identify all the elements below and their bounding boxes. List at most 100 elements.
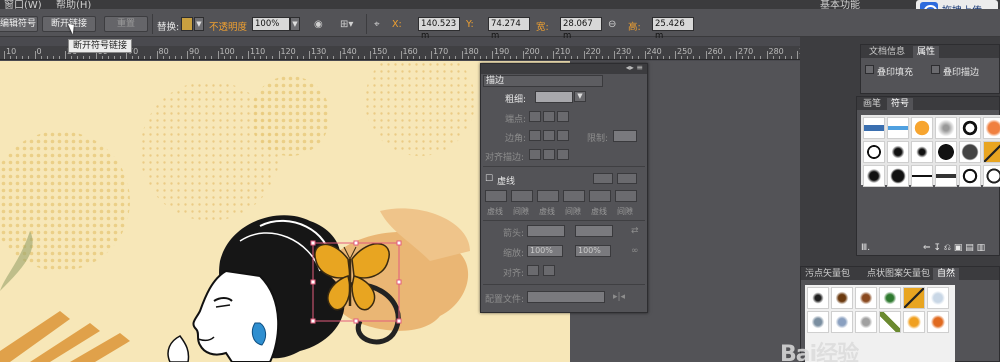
symbol-ink-splash-icon[interactable] (887, 165, 909, 187)
fly-icon[interactable] (831, 311, 853, 333)
gap-2-input[interactable] (563, 190, 585, 202)
ruler-tick (601, 56, 603, 59)
limit-input[interactable] (613, 130, 637, 142)
ruler-tick (656, 56, 658, 59)
align-center-button[interactable] (529, 149, 541, 160)
link-scale-icon[interactable]: ∞ (631, 246, 639, 256)
insect-icon[interactable] (855, 311, 877, 333)
symbol-light-bar-icon[interactable] (887, 117, 909, 139)
bug-icon[interactable] (855, 287, 877, 309)
dash-preserve-button[interactable] (593, 173, 613, 184)
green-beetle-icon[interactable] (879, 287, 901, 309)
flip-profile-icon[interactable]: ▸|◂ (613, 292, 625, 302)
symbol-brush-stroke-icon[interactable] (911, 165, 933, 187)
square-cap-button[interactable] (557, 111, 569, 122)
symbol-black-blob-icon[interactable] (935, 141, 957, 163)
ant-icon[interactable] (807, 287, 829, 309)
symbol-orange-ball-icon[interactable] (911, 117, 933, 139)
tab-nature[interactable]: 自然 (933, 268, 960, 280)
dragonfly-icon[interactable] (807, 311, 829, 333)
tab-dot-pattern-vector[interactable]: 点状图案矢量包 (863, 268, 934, 280)
round-join-button[interactable] (543, 130, 555, 141)
replace-symbol-swatch[interactable] (181, 17, 193, 31)
height-input[interactable]: 25.426 m (652, 17, 694, 41)
watermark: Bai经验 (780, 342, 859, 362)
cloud-symbol-icon[interactable] (927, 287, 949, 309)
weight-input[interactable] (535, 91, 573, 103)
align-outside-button[interactable] (557, 149, 569, 160)
reset-button[interactable]: 重置 (104, 16, 148, 32)
dash-align-button[interactable] (617, 173, 637, 184)
leaf-icon[interactable] (879, 311, 901, 333)
gap-1-input[interactable] (511, 190, 533, 202)
symbol-library-menu-icon[interactable]: Ⅲ. (861, 243, 870, 253)
symbol-star-splat-icon[interactable] (911, 141, 933, 163)
replace-dropdown[interactable]: ▼ (194, 17, 204, 31)
dash-2-input[interactable] (537, 190, 559, 202)
symbol-action-icons[interactable]: ⇐ ↧ ⎌ ▣ ▤ ▥ (923, 243, 985, 253)
reference-point-icon[interactable]: ⌖ (374, 19, 380, 30)
dashed-line-checkbox[interactable]: ☐ (485, 174, 493, 184)
butterfly-symbol-icon[interactable] (903, 287, 925, 309)
arrow-extend-button[interactable] (527, 265, 539, 276)
tab-symbols[interactable]: 符号 (887, 98, 914, 110)
ruler-tick (571, 56, 573, 59)
end-scale-input[interactable]: 100% (575, 245, 611, 257)
align-inside-button[interactable] (543, 149, 555, 160)
ruler-tick (534, 56, 536, 59)
symbol-ink-drop-icon[interactable] (863, 165, 885, 187)
tab-attributes[interactable]: 属性 (913, 46, 940, 58)
bevel-join-button[interactable] (557, 130, 569, 141)
symbol-swash-icon[interactable] (935, 165, 957, 187)
symbol-blue-bar-icon[interactable] (863, 117, 885, 139)
symbol-ring-icon[interactable] (959, 117, 981, 139)
replace-label: 替换: (157, 22, 180, 33)
fire-icon[interactable] (903, 311, 925, 333)
symbol-flower-icon[interactable] (983, 117, 1000, 139)
tab-stain-vector[interactable]: 污点矢量包 (801, 268, 854, 280)
height-label: 高: (628, 22, 641, 33)
align-grid-icon[interactable]: ⊞▾ (340, 19, 353, 30)
start-scale-input[interactable]: 100% (527, 245, 563, 257)
constrain-link-icon[interactable]: ⊖ (608, 19, 616, 30)
swap-arrowheads-icon[interactable]: ⇄ (631, 226, 639, 236)
weight-dropdown[interactable]: ▼ (574, 91, 586, 102)
overprint-stroke-checkbox[interactable] (931, 65, 940, 74)
symbol-silver-icon[interactable] (935, 117, 957, 139)
arrow-align-label: 对齐: (503, 269, 525, 279)
opacity-input[interactable]: 100% (252, 17, 290, 31)
round-cap-button[interactable] (543, 111, 555, 122)
symbol-splat-ring-icon[interactable] (863, 141, 885, 163)
x-input[interactable]: 140.523 m (418, 17, 460, 41)
opacity-dropdown[interactable]: ▼ (290, 17, 300, 31)
symbol-rough-circle-icon[interactable] (983, 165, 1000, 187)
gap-3-input[interactable] (615, 190, 637, 202)
miter-join-button[interactable] (529, 130, 541, 141)
y-input[interactable]: 74.274 m (488, 17, 530, 41)
tab-document-info[interactable]: 文档信息 (865, 46, 909, 58)
width-input[interactable]: 28.067 m (560, 17, 602, 41)
beetle-icon[interactable] (831, 287, 853, 309)
recolor-icon[interactable]: ◉ (314, 19, 323, 30)
symbol-splash-icon[interactable] (887, 141, 909, 163)
dash-1-input[interactable] (485, 190, 507, 202)
ruler-tick (315, 56, 317, 59)
profile-select[interactable] (527, 291, 605, 303)
tab-brushes[interactable]: 画笔 (859, 98, 885, 110)
end-arrowhead-select[interactable] (575, 225, 613, 237)
edit-symbol-button[interactable]: 编辑符号 (0, 16, 38, 32)
arrow-inside-button[interactable] (543, 265, 555, 276)
fish-icon[interactable] (927, 311, 949, 333)
symbol-butterfly-icon[interactable] (983, 141, 1000, 163)
symbol-circle-icon[interactable] (959, 165, 981, 187)
overprint-fill-checkbox[interactable] (865, 65, 874, 74)
ruler-tick (650, 56, 652, 59)
butt-cap-button[interactable] (529, 111, 541, 122)
stroke-tab[interactable]: 描边 (483, 75, 603, 87)
opacity-label[interactable]: 不透明度 (209, 19, 247, 33)
symbol-grunge-icon[interactable] (959, 141, 981, 163)
stroke-panel-header[interactable]: ◂▸ ≡ (481, 63, 647, 74)
start-arrowhead-select[interactable] (527, 225, 565, 237)
dash-3-input[interactable] (589, 190, 611, 202)
panel-menu-icon[interactable]: ◂▸ ≡ (626, 63, 643, 72)
